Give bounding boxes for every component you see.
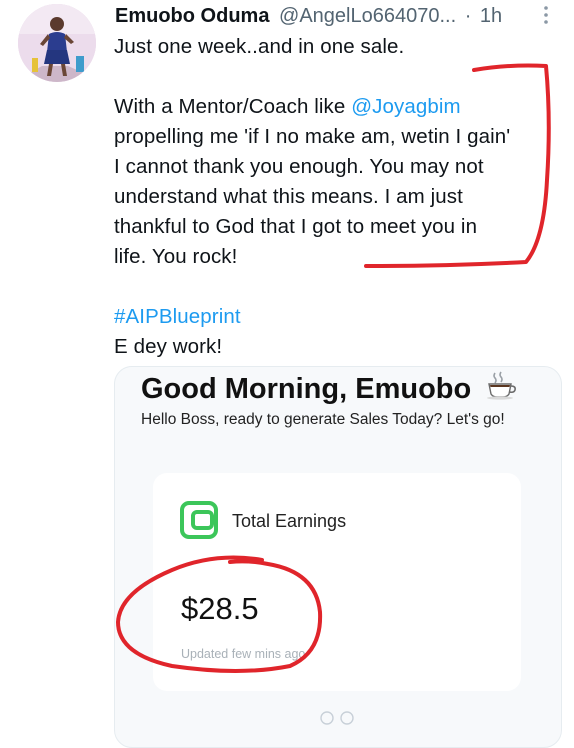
tweet-line-gap [114, 62, 574, 92]
author-handle[interactable]: @AngelLo664070... [279, 5, 456, 27]
total-earnings-card: Total Earnings $28.5 Updated few mins ag… [153, 473, 521, 691]
greeting-text: Good Morning, Emuobo [141, 373, 472, 405]
tweet-line: I cannot thank you enough. You may not [114, 155, 484, 178]
greeting-heading: Good Morning, Emuobo [141, 370, 517, 409]
earnings-label: Total Earnings [232, 511, 347, 531]
tweet-line: life. You rock! [114, 245, 238, 268]
tweet-line: propelling me 'if I no make am, wetin I … [114, 125, 511, 148]
carousel-pager [315, 710, 361, 726]
tweet-line: Just one week..and in one sale. [114, 35, 405, 58]
mention-link[interactable]: @Joyagbim [351, 95, 460, 118]
tweet-line: E dey work! [114, 335, 223, 358]
mention-prefix: With a Mentor/Coach like [114, 95, 352, 118]
earnings-amount: $28.5 [181, 591, 259, 626]
more-options-icon[interactable] [540, 4, 552, 28]
wallet-icon [180, 501, 218, 539]
tweet-line: With a Mentor/Coach like @Joyagbim [114, 92, 574, 122]
greeting-subtitle: Hello Boss, ready to generate Sales Toda… [141, 411, 505, 428]
author-avatar[interactable] [18, 4, 96, 82]
post-time[interactable]: 1h [480, 5, 502, 27]
header-separator: · [464, 5, 472, 27]
avatar-photo [18, 4, 96, 82]
tweet-line: understand what this means. I am just [114, 185, 463, 208]
coffee-cup-icon [485, 370, 517, 409]
tweet-media-image[interactable]: Good Morning, Emuobo Hello Boss, ready t… [114, 366, 562, 748]
tweet-line: thankful to God that I got to meet you i… [114, 215, 478, 238]
author-name[interactable]: Emuobo Oduma [115, 5, 269, 27]
tweet-line-gap [114, 272, 574, 302]
tweet-header: Emuobo Oduma @AngelLo664070... · 1h [115, 3, 565, 29]
tweet-text: Just one week..and in one sale. With a M… [114, 32, 574, 362]
hashtag-link[interactable]: #AIPBlueprint [114, 302, 574, 332]
earnings-updated-text: Updated few mins ago [181, 647, 306, 661]
